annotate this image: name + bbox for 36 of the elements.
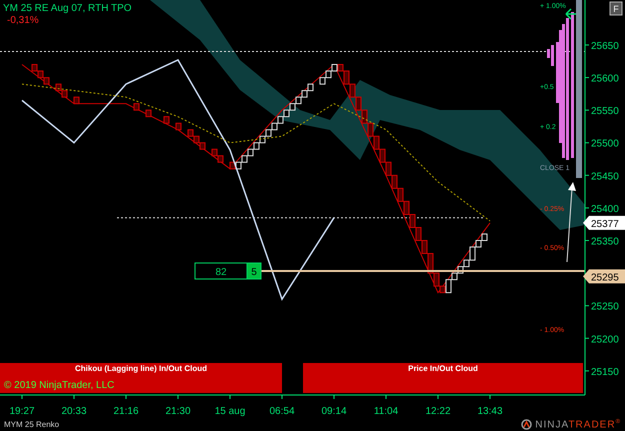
- counter-badge-value: 5: [251, 267, 257, 278]
- instrument-label: MYM 25 Renko: [4, 420, 60, 429]
- axis-label: 25400: [591, 204, 619, 215]
- panel-title: Price In/Out Cloud: [408, 364, 478, 373]
- axis-label: 20:33: [61, 406, 87, 417]
- change-percent: -0,31%: [7, 15, 39, 26]
- arrow-icon: [565, 8, 577, 20]
- axis-label: 19:27: [9, 406, 35, 417]
- axis-label: 25500: [591, 138, 619, 150]
- instrument-title: YM 25 RE Aug 07, RTH TPO: [3, 3, 132, 14]
- brand-logo: NINJATRADER$^{®}$: [535, 418, 621, 430]
- logo-icon: [521, 418, 532, 430]
- axis-label: 09:14: [321, 406, 347, 417]
- axis-label: 21:16: [113, 406, 139, 417]
- axis-label: 25200: [591, 334, 619, 346]
- counter-badge: [246, 262, 262, 280]
- axis-label: 25350: [591, 236, 619, 248]
- counter-box: [194, 262, 248, 280]
- axis-label: 25250: [591, 302, 619, 313]
- axis-label: 12:22: [425, 406, 451, 417]
- axis-label: 11:04: [374, 406, 398, 417]
- counter-value: 82: [215, 267, 227, 278]
- axis-label: 06:54: [269, 406, 295, 417]
- axis-label: 25650: [591, 40, 619, 52]
- panel-title: Chikou (Lagging line) In/Out Cloud: [75, 364, 207, 373]
- axis-label: 25450: [591, 171, 619, 182]
- axis-label: 13:43: [477, 406, 503, 417]
- price-tag: 25295: [583, 269, 625, 284]
- f-button[interactable]: F: [610, 2, 622, 16]
- price-tag: 25377: [583, 216, 625, 230]
- axis-label: 25550: [591, 106, 619, 118]
- axis-label: 21:30: [165, 406, 191, 417]
- axis-label: 15 aug: [214, 406, 246, 417]
- copyright: © 2019 NinjaTrader, LLC: [4, 380, 114, 391]
- axis-label: 25150: [591, 366, 619, 378]
- axis-label: 25600: [591, 74, 619, 85]
